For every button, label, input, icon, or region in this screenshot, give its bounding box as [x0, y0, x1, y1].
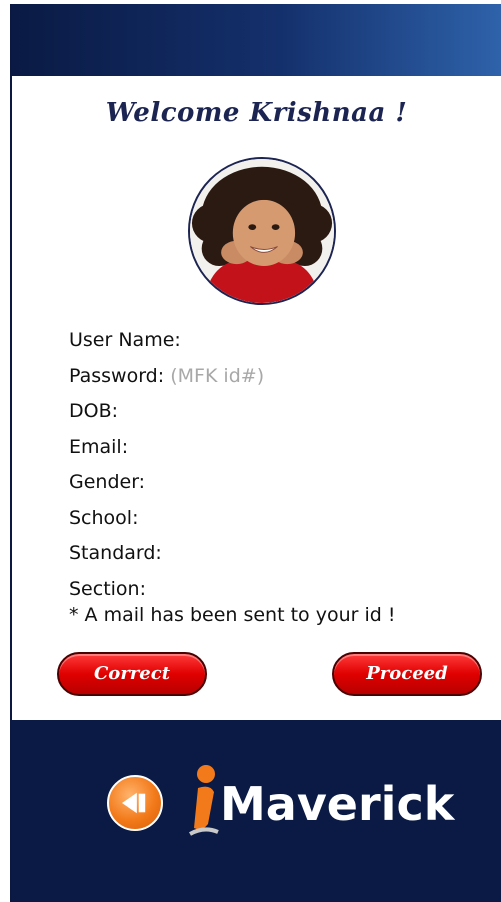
bottom-footer-bar: Maverick — [12, 720, 501, 902]
correct-button[interactable]: Correct — [57, 652, 207, 696]
top-header-bar — [12, 4, 501, 76]
field-gender: Gender: — [69, 465, 489, 501]
field-label: Password: — [69, 364, 165, 387]
back-arrow-icon — [122, 792, 146, 814]
field-label: Gender: — [69, 471, 146, 493]
proceed-button[interactable]: Proceed — [332, 652, 482, 696]
app-screen: Welcome Krishnaa ! User Name: Password: … — [10, 4, 501, 902]
field-label: Section: — [69, 577, 146, 600]
field-standard: Standard: — [69, 536, 489, 572]
field-label: DOB: — [69, 400, 119, 422]
field-label: User Name: — [69, 329, 181, 351]
imaverick-logo: Maverick — [180, 762, 490, 842]
field-label: School: — [69, 506, 139, 529]
field-section: Section: — [69, 572, 489, 608]
field-school: School: — [69, 501, 489, 537]
field-label: Email: — [69, 435, 129, 458]
profile-fields: User Name: Password: (MFK id#) DOB: Emai… — [69, 323, 489, 607]
main-content: Welcome Krishnaa ! User Name: Password: … — [12, 76, 501, 720]
password-hint: (MFK id#) — [170, 364, 265, 387]
back-button[interactable] — [107, 775, 163, 831]
field-user-name: User Name: — [69, 323, 489, 359]
mail-sent-note: * A mail has been sent to your id ! — [69, 604, 396, 626]
field-password: Password: (MFK id#) — [69, 359, 489, 395]
field-email: Email: — [69, 430, 489, 466]
profile-avatar — [188, 157, 336, 305]
field-dob: DOB: — [69, 394, 489, 430]
logo-text: Maverick — [220, 777, 455, 831]
field-label: Standard: — [69, 542, 162, 564]
child-photo-icon — [190, 159, 334, 303]
welcome-title: Welcome Krishnaa ! — [105, 98, 408, 128]
